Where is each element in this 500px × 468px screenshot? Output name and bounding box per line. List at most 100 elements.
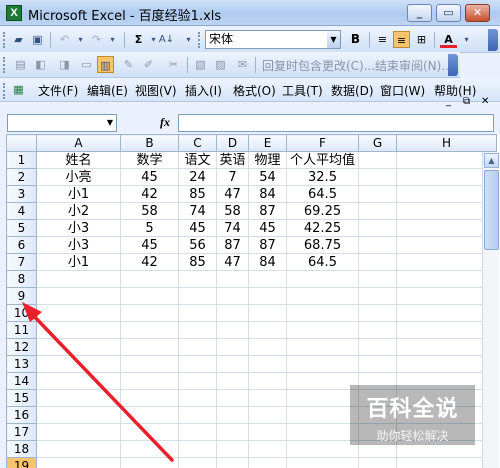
row-header[interactable]: 13 (6, 355, 37, 373)
cell-a8[interactable] (36, 270, 121, 288)
toolbar-grip[interactable] (3, 32, 6, 48)
select-all-corner[interactable] (6, 134, 37, 152)
cell-d6[interactable]: 87 (216, 236, 249, 254)
cell-f5[interactable]: 42.25 (286, 219, 359, 237)
cell-c6[interactable]: 56 (178, 236, 217, 254)
cell-g5[interactable] (358, 219, 397, 237)
cell-c12[interactable] (178, 338, 217, 356)
cell-a15[interactable] (36, 389, 121, 407)
cell-d8[interactable] (216, 270, 249, 288)
cell-e13[interactable] (248, 355, 287, 373)
cell-g19[interactable] (358, 457, 397, 468)
doc-restore-icon[interactable]: ⧉ (463, 96, 470, 107)
row-header[interactable]: 4 (6, 202, 37, 220)
menu-insert[interactable]: 插入(I) (185, 82, 222, 99)
cell-g11[interactable] (358, 321, 397, 339)
cell-d1[interactable]: 英语 (216, 151, 249, 169)
row-header[interactable]: 18 (6, 440, 37, 458)
cell-c14[interactable] (178, 372, 217, 390)
cell-a18[interactable] (36, 440, 121, 458)
cell-b10[interactable] (120, 304, 179, 322)
row-header[interactable]: 9 (6, 287, 37, 305)
cell-a11[interactable] (36, 321, 121, 339)
cell-c5[interactable]: 45 (178, 219, 217, 237)
cell-f12[interactable] (286, 338, 359, 356)
cell-d16[interactable] (216, 406, 249, 424)
cell-g7[interactable] (358, 253, 397, 271)
row-header[interactable]: 11 (6, 321, 37, 339)
toolbar-options-icon[interactable]: ▾ (180, 31, 197, 48)
cell-b1[interactable]: 数学 (120, 151, 179, 169)
row-header[interactable]: 1 (6, 151, 37, 169)
cell-d15[interactable] (216, 389, 249, 407)
reply-with-changes-button[interactable]: 回复时包含更改(C)... (262, 57, 375, 74)
cell-f11[interactable] (286, 321, 359, 339)
cell-c4[interactable]: 74 (178, 202, 217, 220)
cell-b4[interactable]: 58 (120, 202, 179, 220)
cell-e12[interactable] (248, 338, 287, 356)
row-header[interactable]: 15 (6, 389, 37, 407)
cell-e14[interactable] (248, 372, 287, 390)
toolbar-options-icon[interactable] (448, 54, 458, 76)
cell-d4[interactable]: 58 (216, 202, 249, 220)
cell-e7[interactable]: 84 (248, 253, 287, 271)
column-header-d[interactable]: D (216, 134, 249, 152)
cell-e8[interactable] (248, 270, 287, 288)
cell-e9[interactable] (248, 287, 287, 305)
cell-e19[interactable] (248, 457, 287, 468)
cell-a6[interactable]: 小3 (36, 236, 121, 254)
menu-window[interactable]: 窗口(W) (380, 82, 425, 99)
cell-f9[interactable] (286, 287, 359, 305)
row-header[interactable]: 19 (6, 457, 37, 468)
excel-app-icon[interactable]: X (6, 5, 22, 21)
cell-d17[interactable] (216, 423, 249, 441)
cell-c7[interactable]: 85 (178, 253, 217, 271)
cell-e6[interactable]: 87 (248, 236, 287, 254)
cell-e1[interactable]: 物理 (248, 151, 287, 169)
redo-dropdown-icon[interactable]: ▾ (104, 31, 121, 48)
font-name-select[interactable]: 宋体 ▼ (205, 30, 341, 49)
vertical-scrollbar[interactable]: ▲ (482, 152, 499, 468)
cell-d13[interactable] (216, 355, 249, 373)
cell-a9[interactable] (36, 287, 121, 305)
column-header-f[interactable]: F (286, 134, 359, 152)
cell-d9[interactable] (216, 287, 249, 305)
chevron-down-icon[interactable]: ▼ (327, 31, 340, 48)
cell-f7[interactable]: 64.5 (286, 253, 359, 271)
cell-a3[interactable]: 小1 (36, 185, 121, 203)
track-changes-icon[interactable]: ▧ (192, 56, 209, 73)
cell-e4[interactable]: 87 (248, 202, 287, 220)
cell-c1[interactable]: 语文 (178, 151, 217, 169)
cell-e5[interactable]: 45 (248, 219, 287, 237)
cell-b3[interactable]: 42 (120, 185, 179, 203)
cell-c10[interactable] (178, 304, 217, 322)
new-comment-icon[interactable]: ▤ (12, 56, 29, 73)
cell-b5[interactable]: 5 (120, 219, 179, 237)
insert-function-icon[interactable]: fx (160, 115, 170, 130)
cell-b13[interactable] (120, 355, 179, 373)
cell-d2[interactable]: 7 (216, 168, 249, 186)
protect-sheet-icon[interactable]: ▨ (212, 56, 229, 73)
minimize-button[interactable]: _ (407, 4, 432, 22)
bold-button[interactable]: B (347, 31, 364, 48)
next-comment-icon[interactable]: ◨ (56, 56, 73, 73)
column-header-b[interactable]: B (120, 134, 179, 152)
cell-b14[interactable] (120, 372, 179, 390)
save-icon[interactable]: ▣ (29, 31, 46, 48)
cell-g12[interactable] (358, 338, 397, 356)
scrollbar-thumb[interactable] (484, 170, 499, 250)
menu-edit[interactable]: 编辑(E) (87, 82, 128, 99)
formula-input[interactable] (178, 114, 494, 132)
cell-a14[interactable] (36, 372, 121, 390)
chevron-down-icon[interactable]: ▼ (104, 115, 116, 131)
cell-f1[interactable]: 个人平均值 (286, 151, 359, 169)
cell-g10[interactable] (358, 304, 397, 322)
row-header[interactable]: 17 (6, 423, 37, 441)
column-header-g[interactable]: G (358, 134, 397, 152)
cell-f14[interactable] (286, 372, 359, 390)
cell-a16[interactable] (36, 406, 121, 424)
undo-dropdown-icon[interactable]: ▾ (72, 31, 89, 48)
column-header-a[interactable]: A (36, 134, 121, 152)
cell-e18[interactable] (248, 440, 287, 458)
end-review-button[interactable]: 结束审阅(N)... (375, 57, 453, 74)
